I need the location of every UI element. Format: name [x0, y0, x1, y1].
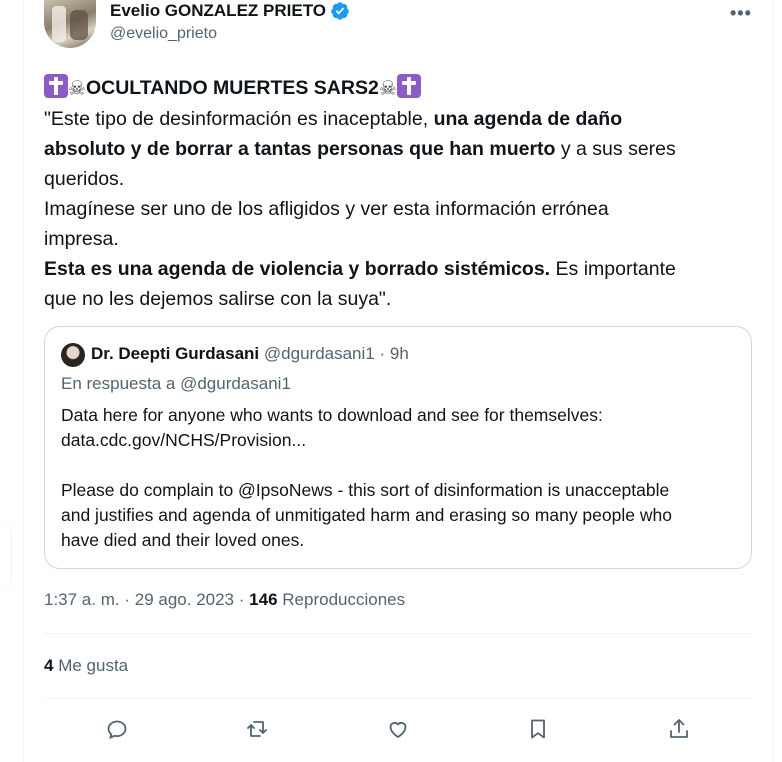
verified-badge-icon	[331, 2, 349, 20]
quoted-author-avatar[interactable]	[61, 343, 85, 367]
edge-decoration	[0, 520, 12, 590]
separator-dot: ·	[238, 590, 245, 609]
tweet-time[interactable]: 1:37 a. m.	[44, 590, 120, 609]
share-icon	[670, 719, 688, 738]
tweet-text: ☠OCULTANDO MUERTES SARS2☠ "Este tipo de …	[44, 73, 744, 314]
retweet-icon	[247, 721, 267, 737]
quoted-tweet-card[interactable]: Dr. Deepti Gurdasani @dgurdasani1 · 9h E…	[44, 326, 752, 569]
heart-icon	[389, 722, 407, 739]
quoted-author-handle[interactable]: @dgurdasani1	[264, 344, 375, 363]
author-name[interactable]: Evelio GONZALEZ PRIETO	[110, 1, 326, 21]
tweet-date[interactable]: 29 ago. 2023	[135, 590, 234, 609]
tweet-line: absoluto y de borrar a tantas personas q…	[44, 138, 676, 160]
divider	[44, 698, 752, 699]
quoted-text-line: have died and their loved ones.	[61, 530, 305, 550]
author-handle[interactable]: @evelio_prieto	[110, 25, 217, 43]
quoted-text-line: Data here for anyone who wants to downlo…	[61, 405, 603, 425]
reply-button[interactable]	[99, 711, 135, 747]
quoted-tweet-text: Data here for anyone who wants to downlo…	[61, 403, 751, 553]
separator-dot: ·	[124, 590, 131, 609]
like-button[interactable]	[380, 711, 416, 747]
author-name-row[interactable]: Evelio GONZALEZ PRIETO	[110, 1, 350, 21]
skull-crossbones-icon: ☠	[68, 78, 86, 100]
tweet-line: que no les dejemos salirse con la suya".	[44, 288, 392, 310]
bookmark-icon	[531, 719, 545, 739]
quoted-author-name[interactable]: Dr. Deepti Gurdasani	[91, 344, 259, 363]
action-bar	[44, 711, 752, 747]
skull-crossbones-icon: ☠	[378, 78, 397, 100]
quoted-text-line: Please do complain to @IpsoNews - this s…	[61, 480, 670, 500]
view-count: 146	[249, 590, 278, 609]
likes-label[interactable]: Me gusta	[58, 656, 128, 675]
divider	[44, 633, 752, 634]
reply-icon	[107, 720, 127, 740]
separator-dot: ·	[379, 344, 386, 363]
bookmark-button[interactable]	[520, 711, 556, 747]
quoted-text-link[interactable]: data.cdc.gov/NCHS/Provision...	[61, 428, 751, 453]
likes-row[interactable]: 4 Me gusta	[44, 656, 128, 676]
cross-emoji-icon	[396, 74, 421, 98]
tweet-line: impresa.	[44, 228, 119, 250]
tweet-line: Esta es una agenda de violencia y borrad…	[44, 258, 676, 280]
tweet-line: Imagínese ser uno de los afligidos y ver…	[44, 198, 609, 220]
tweet-title: OCULTANDO MUERTES SARS2	[85, 77, 379, 99]
quoted-text-line: and justifies and agenda of unmitigated …	[61, 505, 672, 525]
quoted-tweet-header: Dr. Deepti Gurdasani @dgurdasani1 · 9h	[91, 344, 409, 364]
likes-count[interactable]: 4	[44, 656, 53, 675]
tweet-title-line: ☠OCULTANDO MUERTES SARS2☠	[44, 73, 744, 104]
quoted-tweet-time: 9h	[389, 344, 409, 363]
view-label: Reproducciones	[282, 590, 406, 609]
share-button[interactable]	[661, 711, 697, 747]
retweet-button[interactable]	[239, 711, 275, 747]
cross-emoji-icon	[44, 74, 68, 98]
tweet-line: queridos.	[44, 168, 125, 190]
tweet-meta: 1:37 a. m. · 29 ago. 2023 · 146 Reproduc…	[44, 590, 405, 610]
reply-to-label: En respuesta a @dgurdasani1	[61, 374, 291, 393]
tweet-line: "Este tipo de desinformación es inacepta…	[44, 108, 623, 130]
more-options-icon[interactable]: •••	[730, 3, 752, 24]
